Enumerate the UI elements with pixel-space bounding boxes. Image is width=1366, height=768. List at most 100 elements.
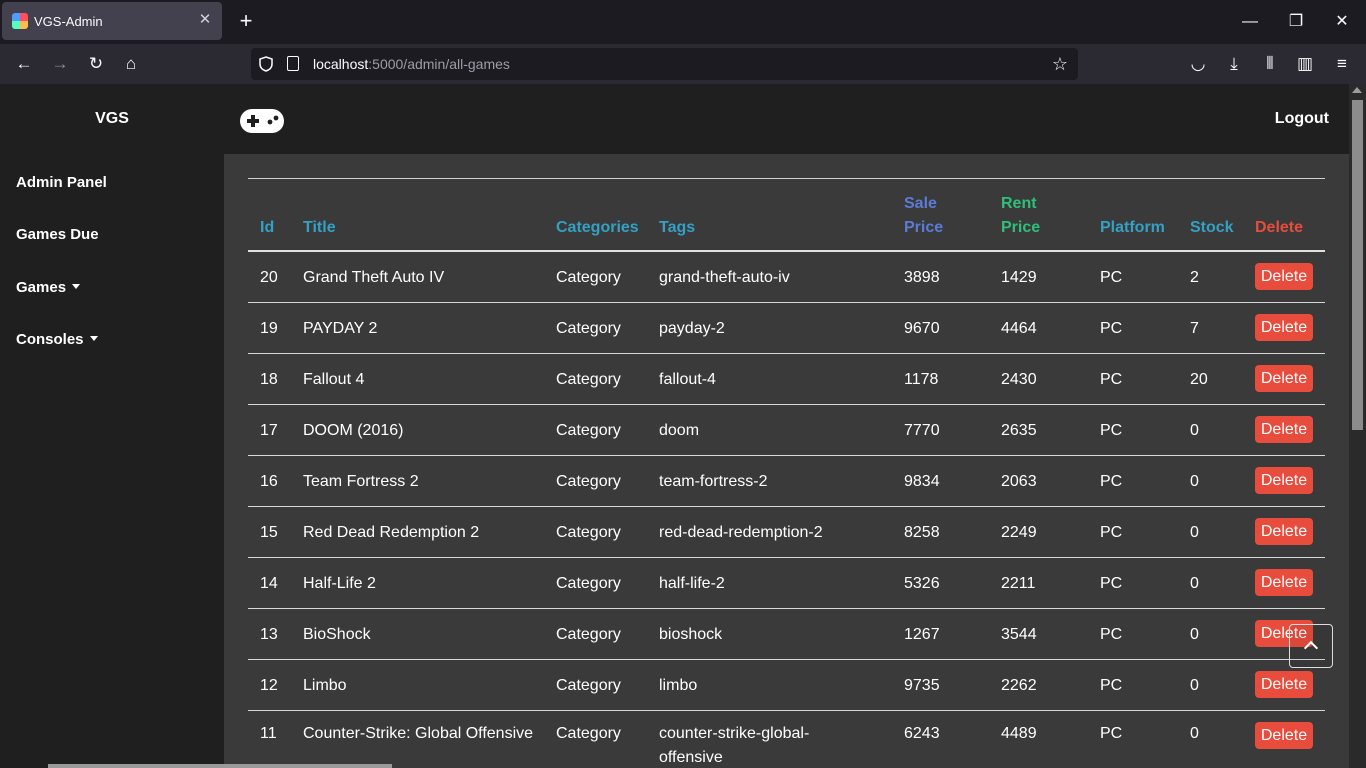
minimize-icon[interactable]: — [1238, 10, 1262, 34]
cell-sale-price: 3898 [904, 269, 940, 286]
back-icon[interactable]: ← [12, 52, 36, 76]
cell-rent-price: 1429 [1001, 269, 1037, 286]
sidebar-toggle-icon[interactable]: ▥ [1293, 52, 1317, 76]
cell-category: Category [556, 422, 621, 439]
cell-tags: half-life-2 [659, 575, 725, 592]
sidebar: VGS Admin Panel Games Due Games Consoles [0, 84, 224, 768]
table-row: 12 Limbo Category limbo 9735 2262 PC 0 Delete [248, 660, 1325, 711]
delete-button[interactable]: Delete [1255, 263, 1313, 290]
header-title: Title [303, 219, 336, 236]
tab-title: VGS-Admin [34, 14, 103, 29]
url-path: :5000/admin/all-games [368, 56, 510, 72]
sidebar-item-label: Consoles [16, 331, 84, 348]
scrollbar-thumb[interactable] [1352, 100, 1363, 430]
table-row: 15 Red Dead Redemption 2 Category red-dead-… [248, 507, 1325, 558]
sidebar-item-games-due[interactable]: Games Due [16, 226, 99, 243]
gamepad-icon[interactable] [240, 109, 284, 133]
sidebar-item-admin-panel[interactable]: Admin Panel [16, 174, 107, 191]
cell-tags: counter-strike-global-offensive [659, 725, 810, 766]
cell-stock: 2 [1190, 269, 1199, 286]
cell-category: Category [556, 524, 621, 541]
scroll-up-arrow-icon[interactable] [1352, 87, 1362, 93]
page-icon [287, 56, 299, 71]
cell-rent-price: 4464 [1001, 320, 1037, 337]
delete-button[interactable]: Delete [1255, 569, 1313, 596]
bookmark-star-icon[interactable]: ☆ [1048, 52, 1072, 76]
cell-sale-price: 7770 [904, 422, 940, 439]
cell-title: Team Fortress 2 [303, 473, 419, 490]
close-window-icon[interactable]: ✕ [1330, 10, 1354, 34]
games-table: Id Title Categories Tags Sale Price Rent… [248, 178, 1325, 768]
cell-sale-price: 8258 [904, 524, 940, 541]
cell-platform: PC [1100, 269, 1123, 286]
delete-button[interactable]: Delete [1255, 467, 1313, 494]
vertical-scrollbar[interactable] [1349, 84, 1366, 768]
cell-stock: 20 [1190, 371, 1208, 388]
home-icon[interactable]: ⌂ [119, 52, 143, 76]
dropdown-caret-icon [72, 283, 81, 289]
url-bar[interactable]: localhost:5000/admin/all-games ☆ [251, 48, 1078, 80]
cell-sale-price: 9834 [904, 473, 940, 490]
cell-tags: limbo [659, 677, 698, 694]
header-sale-price-line1: Sale [904, 195, 937, 212]
horizontal-scrollbar-thumb[interactable] [48, 764, 392, 768]
brand-logo[interactable]: VGS [0, 110, 224, 128]
cell-sale-price: 9670 [904, 320, 940, 337]
cell-id: 16 [260, 473, 278, 490]
cell-id: 12 [260, 677, 278, 694]
delete-button[interactable]: Delete [1255, 671, 1313, 698]
cell-stock: 0 [1190, 626, 1199, 643]
cell-tags: team-fortress-2 [659, 473, 768, 490]
header-rent-price-line2: Price [1001, 219, 1041, 236]
cell-tags: red-dead-redemption-2 [659, 524, 823, 541]
restore-icon[interactable]: ❐ [1284, 10, 1308, 34]
cell-platform: PC [1100, 677, 1123, 694]
downloads-icon[interactable]: ⤓ [1222, 52, 1246, 76]
cell-rent-price: 2249 [1001, 524, 1037, 541]
sidebar-item-label: Games Due [16, 226, 99, 243]
cell-id: 13 [260, 626, 278, 643]
browser-nav-bar: ← → ↻ ⌂ localhost:5000/admin/all-games ☆… [0, 44, 1366, 84]
cell-title: BioShock [303, 626, 371, 643]
cell-platform: PC [1100, 473, 1123, 490]
table-row: 11 Counter-Strike: Global Offensive Catego… [248, 711, 1325, 768]
delete-button[interactable]: Delete [1255, 416, 1313, 443]
tab-close-icon[interactable]: ✕ [196, 11, 214, 29]
cell-rent-price: 4489 [1001, 725, 1037, 742]
delete-button[interactable]: Delete [1255, 518, 1313, 545]
delete-button[interactable]: Delete [1255, 314, 1313, 341]
header-rent-price-line1: Rent [1001, 195, 1037, 212]
back-to-top-button[interactable] [1289, 624, 1333, 668]
cell-sale-price: 6243 [904, 725, 940, 742]
cell-tags: fallout-4 [659, 371, 716, 388]
cell-platform: PC [1100, 524, 1123, 541]
table-row: 20 Grand Theft Auto IV Category grand-theft… [248, 252, 1325, 303]
pocket-icon[interactable]: ◡ [1186, 52, 1210, 76]
cell-id: 18 [260, 371, 278, 388]
cell-sale-price: 9735 [904, 677, 940, 694]
cell-rent-price: 2063 [1001, 473, 1037, 490]
reload-icon[interactable]: ↻ [84, 52, 108, 76]
cell-stock: 0 [1190, 473, 1199, 490]
cell-stock: 0 [1190, 422, 1199, 439]
cell-id: 19 [260, 320, 278, 337]
cell-category: Category [556, 677, 621, 694]
url-text: localhost:5000/admin/all-games [313, 56, 510, 72]
cell-tags: doom [659, 422, 700, 439]
sidebar-item-games[interactable]: Games [16, 279, 81, 296]
browser-tab[interactable]: VGS-Admin ✕ [2, 2, 222, 40]
cell-tags: payday-2 [659, 320, 725, 337]
cell-id: 11 [260, 725, 277, 742]
cell-rent-price: 3544 [1001, 626, 1037, 643]
library-icon[interactable]: ⫴ [1258, 52, 1282, 76]
logout-link[interactable]: Logout [1275, 110, 1329, 128]
cell-id: 14 [260, 575, 278, 592]
cell-stock: 7 [1190, 320, 1199, 337]
sidebar-item-consoles[interactable]: Consoles [16, 331, 98, 348]
site-favicon-icon [12, 13, 28, 29]
menu-icon[interactable]: ≡ [1330, 52, 1354, 76]
new-tab-icon[interactable]: + [234, 10, 258, 34]
delete-button[interactable]: Delete [1255, 722, 1313, 749]
delete-button[interactable]: Delete [1255, 365, 1313, 392]
forward-icon[interactable]: → [48, 52, 72, 76]
